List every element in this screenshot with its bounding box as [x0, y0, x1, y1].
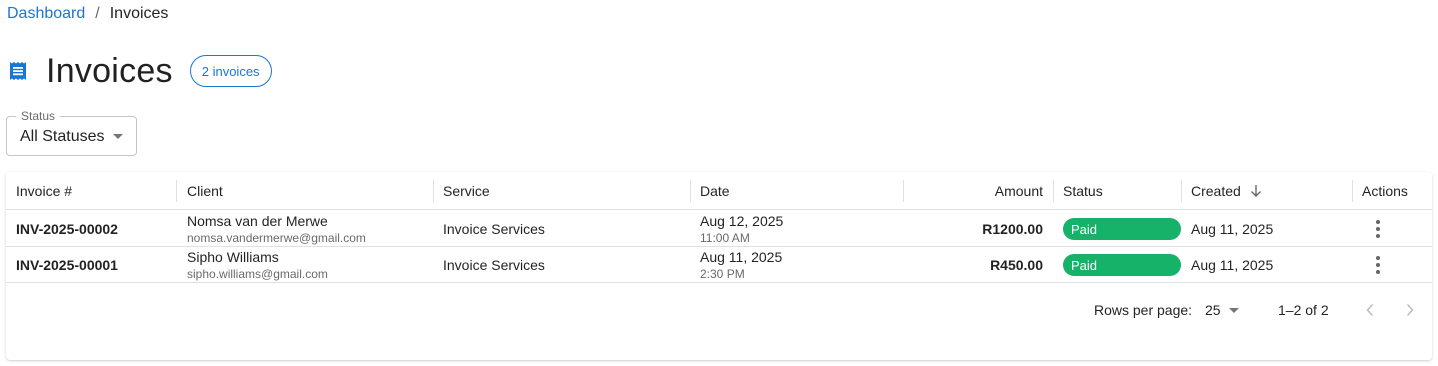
column-header-actions: Actions: [1362, 183, 1408, 199]
column-header-created-label: Created: [1191, 183, 1241, 199]
more-actions-icon[interactable]: [1369, 220, 1387, 238]
service-cell: Invoice Services: [443, 221, 545, 237]
column-header-client[interactable]: Client: [177, 172, 433, 210]
invoice-number: INV-2025-00002: [16, 221, 118, 237]
chevron-down-icon: [1228, 307, 1239, 313]
chevron-right-icon: [1406, 303, 1414, 317]
invoice-count-chip: 2 invoices: [189, 55, 272, 87]
breadcrumb-dashboard-link[interactable]: Dashboard: [7, 5, 85, 23]
status-cell: Paid: [1053, 211, 1181, 247]
column-header-created[interactable]: Created: [1181, 172, 1352, 210]
invoice-number: INV-2025-00001: [16, 257, 118, 273]
service-cell: Invoice Services: [443, 257, 545, 273]
time-value: 11:00 AM: [700, 231, 750, 245]
receipt-icon: [8, 61, 28, 81]
page-header: Invoices 2 invoices: [8, 50, 272, 92]
table-row[interactable]: INV-2025-00002 Nomsa van der Merwe nomsa…: [6, 211, 1432, 247]
chevron-left-icon: [1366, 303, 1374, 317]
table-pagination: Rows per page: 25 1–2 of 2: [6, 284, 1432, 336]
status-filter-label: Status: [16, 109, 61, 123]
date-value: Aug 12, 2025: [700, 213, 784, 229]
table-header: Invoice # Client Service Date Amount Sta…: [6, 172, 1432, 210]
rows-per-page-value: 25: [1205, 302, 1221, 318]
rows-per-page-select[interactable]: 25: [1205, 284, 1239, 336]
next-page-button[interactable]: [1400, 300, 1420, 320]
date-cell: Aug 11, 2025 2:30 PM: [690, 247, 903, 283]
pagination-range: 1–2 of 2: [1278, 302, 1329, 318]
status-cell: Paid: [1053, 247, 1181, 283]
arrow-down-icon[interactable]: [1249, 184, 1263, 198]
column-header-amount[interactable]: Amount: [903, 172, 1053, 210]
amount-cell: R450.00: [990, 257, 1043, 273]
client-name: Sipho Williams: [187, 249, 279, 265]
amount-cell: R1200.00: [982, 221, 1043, 237]
page-title: Invoices: [46, 52, 173, 90]
column-header-status[interactable]: Status: [1053, 172, 1181, 210]
status-filter-select[interactable]: Status All Statuses: [6, 109, 137, 156]
invoices-table: Invoice # Client Service Date Amount Sta…: [6, 172, 1432, 360]
client-cell: Nomsa van der Merwe nomsa.vandermerwe@gm…: [177, 211, 433, 247]
date-value: Aug 11, 2025: [700, 249, 783, 265]
client-email: nomsa.vandermerwe@gmail.com: [187, 231, 366, 245]
breadcrumb-separator: /: [95, 5, 100, 22]
client-email: sipho.williams@gmail.com: [187, 267, 328, 281]
status-badge: Paid: [1063, 218, 1181, 240]
breadcrumb-current: Invoices: [109, 5, 169, 22]
breadcrumb: Dashboard / Invoices: [7, 4, 168, 24]
column-header-service[interactable]: Service: [433, 172, 690, 210]
column-header-invoice[interactable]: Invoice #: [6, 172, 176, 210]
previous-page-button[interactable]: [1360, 300, 1380, 320]
status-badge: Paid: [1063, 254, 1181, 276]
chevron-down-icon: [113, 134, 123, 139]
client-name: Nomsa van der Merwe: [187, 213, 328, 229]
date-cell: Aug 12, 2025 11:00 AM: [690, 211, 903, 247]
table-row[interactable]: INV-2025-00001 Sipho Williams sipho.will…: [6, 247, 1432, 283]
rows-per-page-label: Rows per page:: [1094, 302, 1193, 318]
created-cell: Aug 11, 2025: [1191, 221, 1274, 237]
column-header-date[interactable]: Date: [690, 172, 903, 210]
client-cell: Sipho Williams sipho.williams@gmail.com: [177, 247, 433, 283]
created-cell: Aug 11, 2025: [1191, 257, 1274, 273]
time-value: 2:30 PM: [700, 267, 745, 281]
more-actions-icon[interactable]: [1369, 256, 1387, 274]
status-filter-value: All Statuses: [20, 128, 105, 145]
